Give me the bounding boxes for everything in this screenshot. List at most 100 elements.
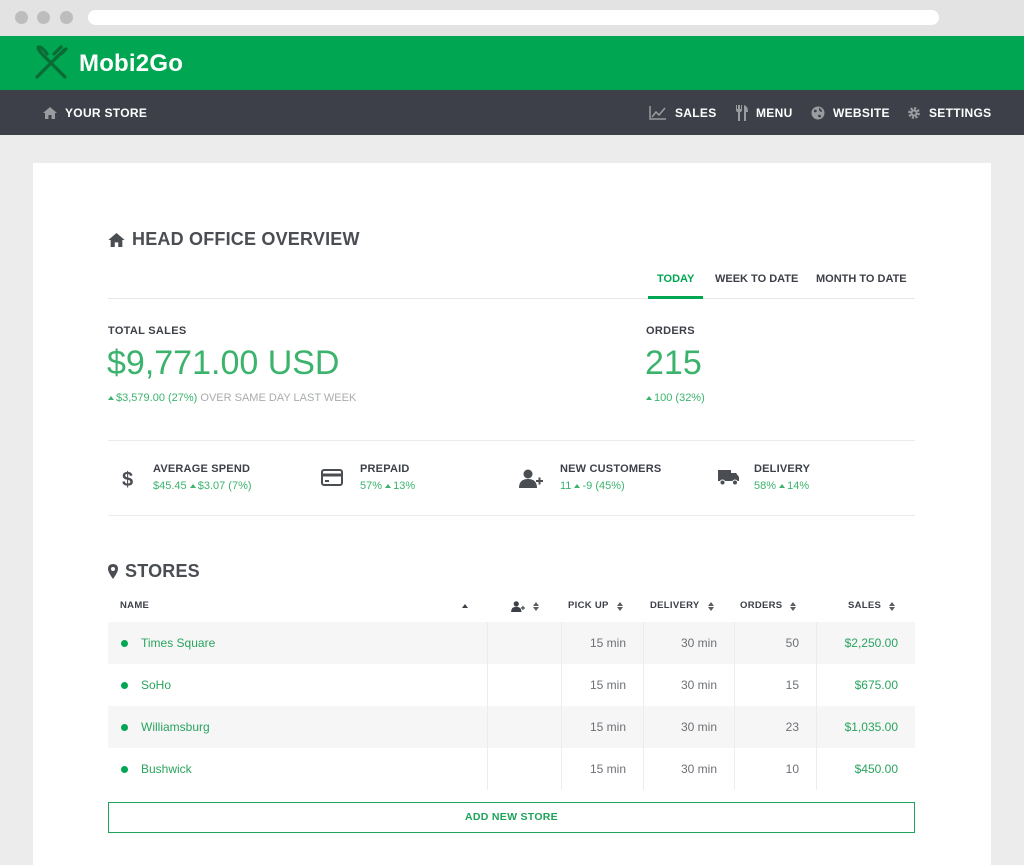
store-delivery: 30 min — [680, 762, 717, 776]
col-name[interactable]: NAME — [120, 591, 149, 621]
store-delivery: 30 min — [680, 636, 717, 650]
gear-icon — [908, 106, 920, 119]
home-icon — [43, 106, 57, 119]
store-delivery: 30 min — [680, 720, 717, 734]
orders-change: 100 (32%) — [646, 392, 705, 404]
metric-change: 13% — [393, 480, 416, 492]
orders-value: 215 — [645, 344, 702, 382]
status-dot — [121, 682, 128, 689]
store-name[interactable]: Times Square — [141, 622, 215, 664]
user-plus-icon — [511, 600, 525, 612]
nav-your-store-label: YOUR STORE — [65, 105, 148, 120]
nav-sales[interactable]: SALES — [649, 90, 717, 135]
sort-asc-icon[interactable] — [462, 591, 468, 621]
column-divider — [487, 748, 488, 790]
store-name[interactable]: Bushwick — [141, 748, 192, 790]
orders-label: ORDERS — [646, 325, 695, 337]
credit-card-icon — [321, 469, 343, 486]
col-pickup[interactable]: PICK UP — [568, 591, 623, 621]
up-arrow-icon — [646, 396, 652, 400]
store-pickup: 15 min — [589, 636, 626, 650]
column-divider — [487, 622, 488, 664]
page-title-text: HEAD OFFICE OVERVIEW — [132, 229, 360, 249]
col-pickup-label: PICK UP — [568, 600, 609, 611]
metric-value: $45.45 $3.07 (7%) — [153, 480, 252, 492]
metric-value-main: $45.45 — [153, 480, 187, 492]
browser-chrome — [0, 0, 1024, 36]
up-arrow-icon — [108, 396, 114, 400]
col-sales-label: SALES — [848, 600, 882, 611]
top-navigation: YOUR STORE SALES MENU WEBSITE SETTINGS — [0, 90, 1024, 135]
brand-logo-text[interactable]: Mobi2Go — [79, 50, 183, 78]
column-divider — [487, 664, 488, 706]
page-title: HEAD OFFICE OVERVIEW — [108, 229, 360, 250]
globe-icon — [811, 106, 825, 119]
store-sales: $1,035.00 — [844, 720, 898, 734]
col-delivery-label: DELIVERY — [650, 600, 700, 611]
window-dot — [37, 11, 50, 24]
nav-menu[interactable]: MENU — [735, 90, 793, 135]
utensils-icon — [736, 104, 748, 121]
table-row[interactable]: Williamsburg 15 min 30 min 23 $1,035.00 — [108, 706, 915, 748]
stores-table-header: NAME PICK UP DELIVERY ORDERS SALES — [108, 591, 915, 621]
store-delivery: 30 min — [680, 678, 717, 692]
tab-month-to-date[interactable]: MONTH TO DATE — [816, 267, 907, 299]
address-bar[interactable] — [88, 10, 939, 25]
nav-settings-label: SETTINGS — [929, 105, 992, 120]
metric-label: AVERAGE SPEND — [153, 463, 251, 475]
total-sales-label: TOTAL SALES — [108, 325, 187, 337]
up-arrow-icon — [574, 484, 581, 488]
total-sales-change-value: $3,579.00 (27%) — [116, 392, 198, 404]
metric-value: 58% 14% — [754, 480, 809, 492]
table-row[interactable]: Times Square 15 min 30 min 50 $2,250.00 — [108, 622, 915, 664]
store-sales: $2,250.00 — [844, 636, 898, 650]
dollar-icon: $ — [122, 469, 133, 489]
window-dot — [15, 11, 28, 24]
table-row[interactable]: SoHo 15 min 30 min 15 $675.00 — [108, 664, 915, 706]
column-divider — [487, 706, 488, 748]
store-name[interactable]: SoHo — [141, 664, 171, 706]
metric-change: 14% — [787, 480, 810, 492]
col-sales[interactable]: SALES — [848, 591, 896, 621]
store-pickup: 15 min — [589, 720, 626, 734]
store-orders: 10 — [785, 762, 799, 776]
nav-settings[interactable]: SETTINGS — [907, 90, 991, 135]
user-plus-icon — [519, 469, 543, 488]
up-arrow-icon — [189, 484, 196, 488]
sort-icon — [707, 601, 714, 611]
store-orders: 15 — [785, 678, 799, 692]
nav-website[interactable]: WEBSITE — [811, 90, 890, 135]
nav-menu-label: MENU — [756, 105, 793, 120]
metric-value: 11 -9 (45%) — [560, 480, 625, 492]
col-orders[interactable]: ORDERS — [740, 591, 797, 621]
window-dot — [60, 11, 73, 24]
chart-line-icon — [649, 105, 666, 120]
metric-label: NEW CUSTOMERS — [560, 463, 662, 475]
store-name[interactable]: Williamsburg — [141, 706, 210, 748]
store-pickup: 15 min — [589, 678, 626, 692]
table-row[interactable]: Bushwick 15 min 30 min 10 $450.00 — [108, 748, 915, 790]
metric-change: -9 (45%) — [582, 480, 625, 492]
up-arrow-icon — [385, 484, 392, 488]
up-arrow-icon — [779, 484, 786, 488]
store-sales: $675.00 — [854, 678, 898, 692]
period-tabs: TODAY WEEK TO DATE MONTH TO DATE — [108, 267, 915, 299]
add-new-store-button[interactable]: ADD NEW STORE — [108, 802, 915, 833]
metric-value: 57% 13% — [360, 480, 415, 492]
col-new-customers[interactable] — [511, 591, 539, 621]
metric-label: PREPAID — [360, 463, 410, 475]
home-icon — [108, 232, 125, 247]
col-delivery[interactable]: DELIVERY — [650, 591, 714, 621]
total-sales-note: OVER SAME DAY LAST WEEK — [200, 392, 357, 404]
store-orders: 23 — [785, 720, 799, 734]
tab-today[interactable]: TODAY — [648, 267, 704, 299]
store-pickup: 15 min — [589, 762, 626, 776]
nav-your-store[interactable]: YOUR STORE — [43, 90, 147, 135]
svg-text:$: $ — [122, 469, 133, 489]
status-dot — [121, 724, 128, 731]
truck-icon — [718, 470, 739, 486]
sort-icon — [616, 601, 623, 611]
sort-icon — [889, 601, 896, 611]
tab-week-to-date[interactable]: WEEK TO DATE — [715, 267, 798, 299]
overview-card: HEAD OFFICE OVERVIEW TODAY WEEK TO DATE … — [33, 163, 991, 865]
